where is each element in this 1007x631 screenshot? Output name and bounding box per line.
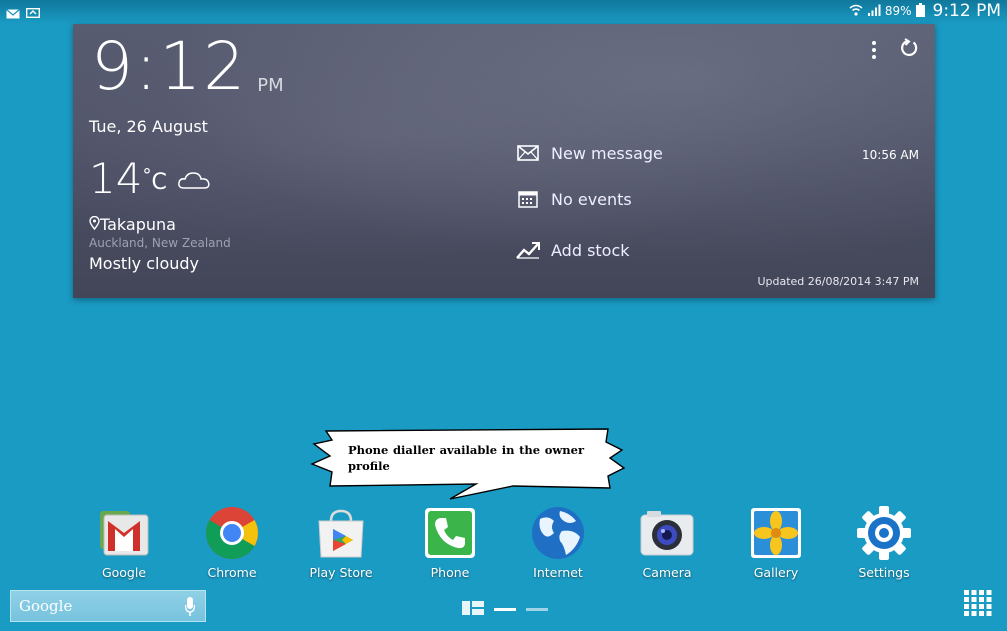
feed-events[interactable]: No events bbox=[515, 188, 632, 210]
gallery-icon bbox=[748, 505, 804, 561]
app-label: Chrome bbox=[207, 565, 257, 580]
battery-icon bbox=[915, 2, 925, 20]
temperature-value: 14 bbox=[89, 154, 143, 203]
page-dot[interactable] bbox=[526, 608, 548, 611]
screen-mirror-notification-icon bbox=[25, 4, 41, 23]
camera-icon bbox=[639, 505, 695, 561]
battery-percent: 89% bbox=[884, 4, 912, 18]
app-label: Camera bbox=[642, 565, 692, 580]
app-label: Settings bbox=[858, 565, 910, 580]
callout-text: Phone dialler available in the owner pro… bbox=[348, 443, 584, 473]
feed-events-label: No events bbox=[551, 189, 632, 209]
email-notification-icon bbox=[6, 4, 20, 23]
google-folder-icon bbox=[96, 505, 152, 561]
clock[interactable]: 9:12 PM bbox=[91, 34, 284, 100]
status-clock: 9:12 PM bbox=[932, 1, 1002, 21]
app-settings[interactable]: Settings bbox=[839, 505, 929, 580]
temperature-unit-wrap: °C bbox=[142, 165, 167, 195]
phone-icon bbox=[422, 505, 478, 561]
weather-clock-widget[interactable]: 9:12 PM Tue, 26 August 14 °C Takapuna Au… bbox=[73, 24, 935, 298]
app-label: Google bbox=[101, 565, 147, 580]
date-label: Tue, 26 August bbox=[89, 117, 208, 136]
google-search-label: Google bbox=[19, 597, 73, 615]
app-label: Internet bbox=[533, 565, 583, 580]
app-camera[interactable]: Camera bbox=[622, 505, 712, 580]
wifi-icon bbox=[849, 4, 863, 19]
play-store-icon bbox=[313, 505, 369, 561]
clock-time: 9:12 bbox=[91, 28, 248, 105]
feed-add-stock[interactable]: Add stock bbox=[515, 239, 630, 261]
more-options-icon[interactable] bbox=[871, 40, 877, 64]
location-name: Takapuna bbox=[100, 215, 176, 234]
updated-timestamp: Updated 26/08/2014 3:47 PM bbox=[757, 275, 919, 288]
feed-add-stock-label: Add stock bbox=[551, 240, 630, 260]
feed-new-message[interactable]: New message bbox=[515, 142, 663, 164]
app-label: Gallery bbox=[753, 565, 799, 580]
chrome-icon bbox=[204, 505, 260, 561]
stock-chart-icon bbox=[515, 239, 541, 261]
feed-new-message-label: New message bbox=[551, 143, 663, 163]
home-screen-overview-icon[interactable] bbox=[462, 600, 484, 619]
globe-icon bbox=[530, 505, 586, 561]
envelope-icon bbox=[515, 142, 541, 164]
apps-grid-icon[interactable] bbox=[964, 590, 992, 620]
app-gallery[interactable]: Gallery bbox=[731, 505, 821, 580]
temperature-unit: C bbox=[151, 170, 167, 195]
annotation-callout: Phone dialler available in the owner pro… bbox=[308, 428, 626, 500]
page-indicator[interactable] bbox=[462, 600, 548, 619]
app-phone[interactable]: Phone bbox=[405, 505, 495, 580]
signal-icon bbox=[867, 4, 881, 19]
temperature[interactable]: 14 °C bbox=[89, 158, 211, 200]
app-label: Play Store bbox=[309, 565, 373, 580]
calendar-icon bbox=[515, 188, 541, 210]
degree-symbol: ° bbox=[142, 165, 152, 186]
location-region: Auckland, New Zealand bbox=[89, 236, 231, 250]
message-time: 10:56 AM bbox=[862, 148, 919, 162]
gear-icon bbox=[856, 505, 912, 561]
app-play-store[interactable]: Play Store bbox=[296, 505, 386, 580]
refresh-icon[interactable] bbox=[899, 38, 919, 62]
microphone-icon[interactable] bbox=[184, 597, 196, 621]
app-chrome[interactable]: Chrome bbox=[187, 505, 277, 580]
app-label: Phone bbox=[430, 565, 470, 580]
cloud-icon bbox=[177, 170, 211, 194]
google-search-bar[interactable]: Google bbox=[10, 590, 206, 622]
location-pin-icon bbox=[89, 215, 100, 234]
clock-ampm: PM bbox=[257, 75, 284, 96]
app-google-folder[interactable]: Google bbox=[79, 505, 169, 580]
page-dot-active[interactable] bbox=[494, 608, 516, 611]
status-bar[interactable]: 89% 9:12 PM bbox=[0, 0, 1007, 24]
location[interactable]: Takapuna bbox=[89, 215, 176, 234]
weather-condition: Mostly cloudy bbox=[89, 254, 199, 273]
app-internet[interactable]: Internet bbox=[513, 505, 603, 580]
